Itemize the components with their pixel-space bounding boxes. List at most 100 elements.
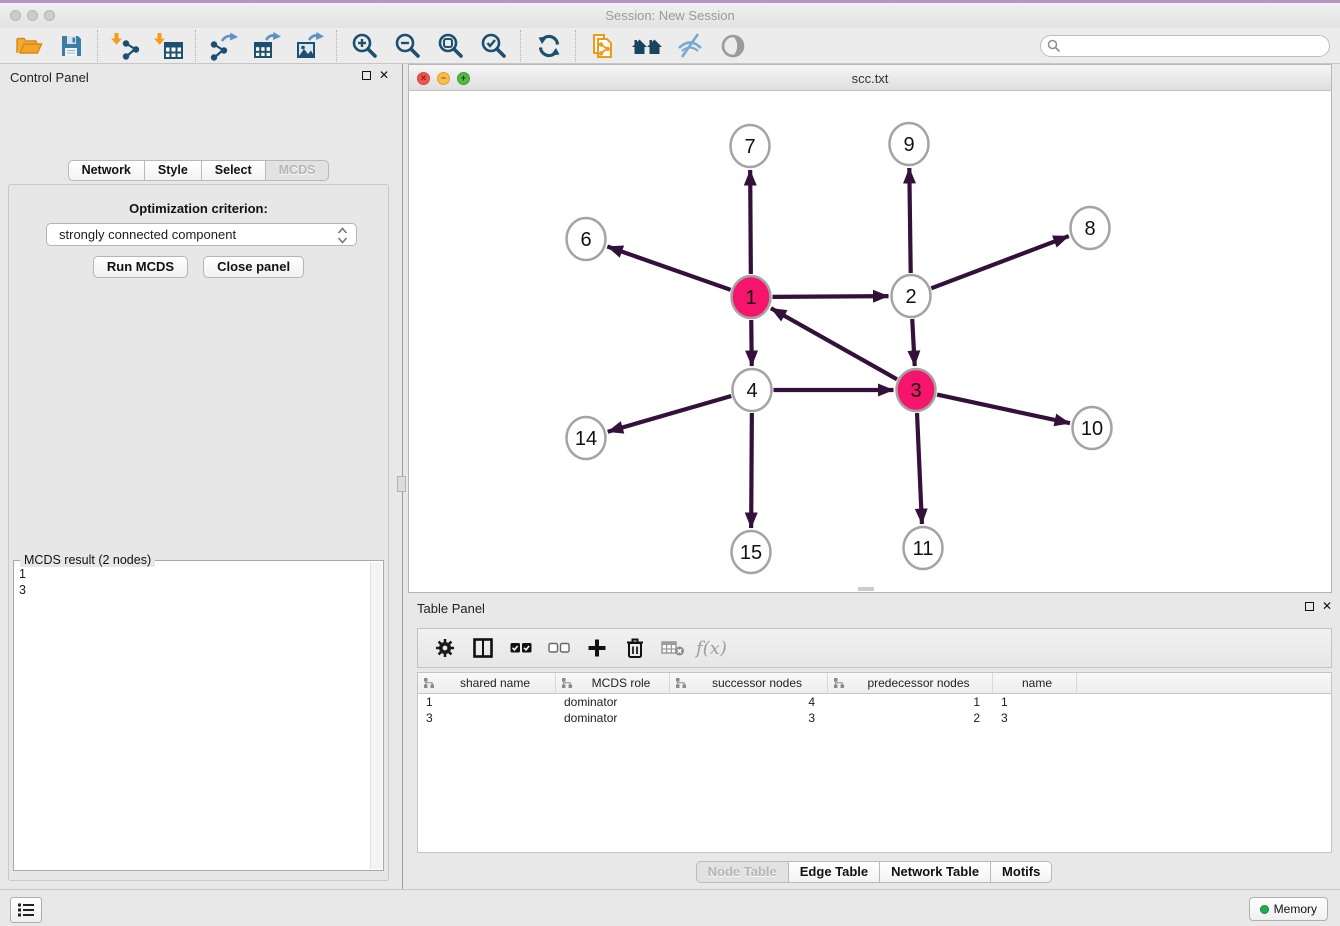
refresh-icon[interactable] xyxy=(527,29,570,63)
cell-name: 1 xyxy=(993,694,1077,710)
select-all-checkboxes-icon[interactable] xyxy=(502,630,540,666)
column-header-MCDS-role[interactable]: MCDS role xyxy=(556,673,670,693)
edge-2-3[interactable] xyxy=(912,319,915,366)
mcds-result-box[interactable]: MCDS result (2 nodes) 1 3 xyxy=(13,560,384,871)
save-session-icon[interactable] xyxy=(49,29,92,63)
network-graph: 7 9 6 8 1 2 4 3 14 10 15 11 xyxy=(409,91,1331,592)
panel-splitter[interactable] xyxy=(397,64,408,889)
search-input[interactable] xyxy=(1040,35,1330,57)
show-column-panel-icon[interactable] xyxy=(464,630,502,666)
memory-label: Memory xyxy=(1274,902,1317,916)
deselect-all-checkboxes-icon[interactable] xyxy=(540,630,578,666)
node-10[interactable]: 10 xyxy=(1073,407,1112,449)
task-history-button[interactable] xyxy=(10,897,42,923)
mcds-result-title: MCDS result (2 nodes) xyxy=(20,553,155,567)
tab-mcds[interactable]: MCDS xyxy=(265,160,330,181)
delete-table-icon[interactable] xyxy=(654,630,692,666)
node-6[interactable]: 6 xyxy=(567,218,606,260)
edge-1-6[interactable] xyxy=(607,247,730,290)
edge-3-11[interactable] xyxy=(917,413,922,524)
node-1[interactable]: 1 xyxy=(732,276,771,318)
mcds-tab-content: Optimization criterion: strongly connect… xyxy=(8,184,389,881)
edge-3-1[interactable] xyxy=(771,308,897,379)
export-network-icon[interactable] xyxy=(202,29,245,63)
open-session-icon[interactable] xyxy=(6,29,49,63)
table-header-row: shared nameMCDS rolesuccessor nodesprede… xyxy=(418,673,1331,694)
node-14[interactable]: 14 xyxy=(567,417,606,459)
table-row[interactable]: 1dominator411 xyxy=(418,694,1331,710)
column-header-shared-name[interactable]: shared name xyxy=(418,673,556,693)
edge-1-2[interactable] xyxy=(772,296,888,297)
show-hidden-eye-icon[interactable] xyxy=(711,29,754,63)
toolbar-separator xyxy=(520,30,522,62)
optimization-criterion-label: Optimization criterion: xyxy=(9,201,388,216)
node-9[interactable]: 9 xyxy=(890,123,929,165)
edge-1-7[interactable] xyxy=(750,170,751,274)
column-header-successor-nodes[interactable]: successor nodes xyxy=(670,673,828,693)
tab-edge-table[interactable]: Edge Table xyxy=(788,861,880,883)
settings-gear-icon[interactable] xyxy=(426,630,464,666)
table-row[interactable]: 3dominator323 xyxy=(418,710,1331,726)
tab-network[interactable]: Network xyxy=(68,160,145,181)
edge-2-9[interactable] xyxy=(909,168,910,273)
control-panel-title: Control Panel xyxy=(10,70,89,85)
node-7[interactable]: 7 xyxy=(731,125,770,167)
network-canvas[interactable]: 7 9 6 8 1 2 4 3 14 10 15 11 xyxy=(408,91,1332,593)
edge-2-8[interactable] xyxy=(931,236,1069,288)
node-label: 14 xyxy=(575,428,597,450)
node-2[interactable]: 2 xyxy=(892,275,931,317)
toolbar-separator xyxy=(336,30,338,62)
tab-network-table[interactable]: Network Table xyxy=(879,861,991,883)
close-table-panel-icon[interactable]: ✕ xyxy=(1322,601,1332,612)
zoom-fit-icon[interactable] xyxy=(429,29,472,63)
tab-motifs[interactable]: Motifs xyxy=(990,861,1052,883)
tab-style[interactable]: Style xyxy=(144,160,202,181)
import-table-icon[interactable] xyxy=(147,29,190,63)
network-window-title: scc.txt xyxy=(409,71,1331,86)
column-header-predecessor-nodes[interactable]: predecessor nodes xyxy=(828,673,993,693)
close-panel-button[interactable]: Close panel xyxy=(203,256,304,278)
node-label: 4 xyxy=(746,380,757,402)
node-8[interactable]: 8 xyxy=(1071,207,1110,249)
float-panel-icon[interactable] xyxy=(362,71,371,80)
toolbar-separator xyxy=(97,30,99,62)
cell-shared-name: 3 xyxy=(418,710,556,726)
edge-4-15[interactable] xyxy=(751,413,752,528)
splitter-grip[interactable] xyxy=(397,476,406,492)
close-panel-icon[interactable]: ✕ xyxy=(379,70,389,81)
float-table-panel-icon[interactable] xyxy=(1305,602,1314,611)
node-11[interactable]: 11 xyxy=(904,527,943,569)
run-mcds-button[interactable]: Run MCDS xyxy=(93,256,188,278)
add-column-icon[interactable] xyxy=(578,630,616,666)
export-image-icon[interactable] xyxy=(288,29,331,63)
node-label: 7 xyxy=(744,136,755,158)
canvas-resize-grip[interactable] xyxy=(858,587,874,591)
first-neighbors-icon[interactable] xyxy=(625,29,668,63)
node-label: 15 xyxy=(740,542,762,564)
column-header-name[interactable]: name xyxy=(993,673,1077,693)
optimization-criterion-dropdown[interactable]: strongly connected component xyxy=(46,223,357,246)
node-3[interactable]: 3 xyxy=(897,369,936,411)
node-4[interactable]: 4 xyxy=(733,369,772,411)
node-15[interactable]: 15 xyxy=(732,531,771,573)
tab-select[interactable]: Select xyxy=(201,160,266,181)
tab-node-table[interactable]: Node Table xyxy=(696,861,789,883)
edge-3-10[interactable] xyxy=(937,395,1070,424)
zoom-in-icon[interactable] xyxy=(343,29,386,63)
sort-column-icon xyxy=(423,677,435,689)
cell-shared-name: 1 xyxy=(418,694,556,710)
function-builder-icon[interactable]: f(x) xyxy=(696,638,727,659)
node-label: 8 xyxy=(1084,218,1095,240)
import-network-icon[interactable] xyxy=(104,29,147,63)
sort-column-icon xyxy=(561,677,573,689)
export-table-icon[interactable] xyxy=(245,29,288,63)
hide-selected-icon[interactable] xyxy=(668,29,711,63)
node-label: 6 xyxy=(580,229,591,251)
zoom-selected-icon[interactable] xyxy=(472,29,515,63)
zoom-out-icon[interactable] xyxy=(386,29,429,63)
delete-column-trash-icon[interactable] xyxy=(616,630,654,666)
edge-4-14[interactable] xyxy=(608,396,732,432)
memory-button[interactable]: Memory xyxy=(1249,897,1328,921)
result-scrollbar[interactable] xyxy=(370,562,382,869)
clone-network-icon[interactable] xyxy=(582,29,625,63)
